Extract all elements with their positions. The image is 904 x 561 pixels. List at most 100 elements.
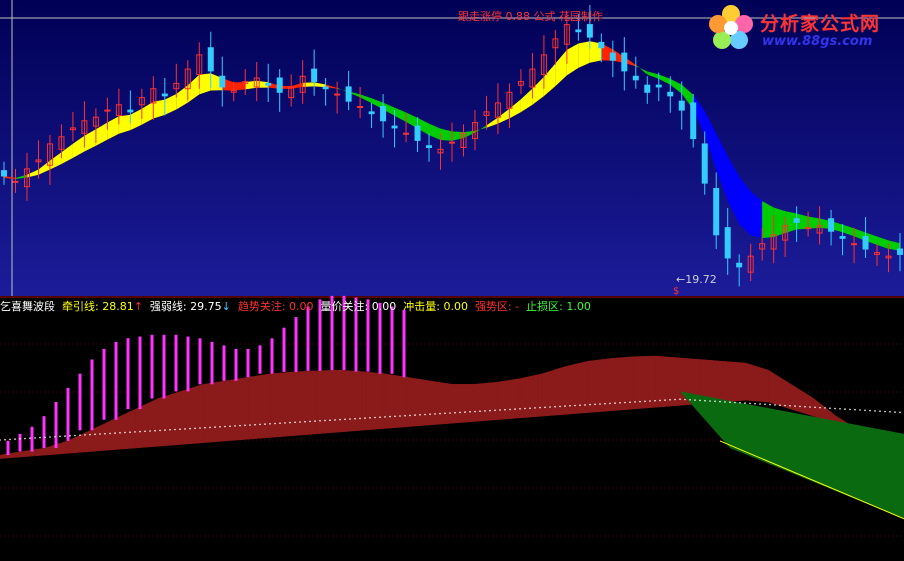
indicator-area-segment [564, 360, 588, 415]
dotted-line-point [649, 400, 651, 402]
dotted-line-point [249, 424, 251, 426]
dotted-line-point [539, 406, 541, 409]
candle-body [426, 145, 433, 148]
candle-body [644, 84, 651, 93]
dotted-line-point [209, 426, 211, 429]
dotted-line-point [574, 404, 576, 407]
dotted-line-point [634, 401, 636, 403]
ma-band-segment [302, 82, 315, 87]
dotted-line-point [469, 411, 471, 413]
dotted-line-point [229, 425, 231, 428]
dotted-line-point [359, 417, 361, 420]
dotted-line-point [879, 410, 881, 413]
candle-body [862, 236, 869, 250]
dotted-line-point [489, 409, 491, 412]
dotted-line-point [464, 411, 466, 413]
indicator-area-segment [587, 358, 611, 413]
dotted-line-point [724, 401, 726, 403]
ma-band-segment [808, 216, 820, 229]
legend-label: 趋势关注: [237, 300, 290, 313]
dotted-line-point [619, 402, 621, 404]
dotted-line-point [309, 420, 311, 423]
dotted-line-point [429, 413, 431, 416]
indicator-area-segment [383, 373, 408, 429]
dotted-line-point [79, 434, 81, 437]
candle-body [598, 41, 605, 49]
dotted-line-point [189, 427, 191, 430]
dotted-line-point [19, 438, 21, 440]
candle-body [655, 84, 662, 88]
dotted-line-point [579, 404, 581, 407]
dotted-line-point [569, 405, 571, 407]
dotted-line-point [674, 398, 676, 401]
dotted-line-point [689, 399, 691, 401]
dotted-line-point [799, 405, 801, 408]
dotted-line-point [894, 411, 896, 413]
dotted-line-point [529, 407, 531, 410]
dotted-line-point [144, 430, 146, 433]
dotted-line-point [544, 406, 546, 409]
candle-body [161, 93, 168, 97]
dotted-line-point [874, 410, 876, 412]
candle-body [736, 262, 743, 268]
dotted-line-point [789, 405, 791, 407]
dotted-line-point [509, 408, 511, 411]
indicator-area-segment [203, 380, 227, 443]
dotted-line-point [614, 402, 616, 404]
dotted-line-point [284, 422, 286, 424]
dotted-line-point [704, 399, 706, 402]
candle-body [345, 86, 352, 102]
dotted-line-point [479, 410, 481, 413]
dotted-line-point [839, 408, 841, 410]
candle-body [678, 100, 685, 111]
dotted-line-point [374, 416, 376, 419]
candle-body [311, 68, 318, 83]
indicator-area-segment [361, 371, 385, 431]
dotted-line-point [24, 437, 26, 440]
indicator-area-segment [745, 362, 769, 403]
ma-band-segment [762, 201, 774, 239]
legend-value: - [515, 300, 520, 313]
dotted-line-point [39, 436, 41, 439]
dotted-line-point [699, 399, 701, 402]
candle-body [828, 218, 835, 232]
dotted-line-point [124, 431, 126, 434]
dotted-line-point [684, 398, 686, 401]
candle-body [690, 102, 697, 140]
indicator-area-segment [632, 355, 656, 410]
dotted-line-point [214, 426, 216, 428]
dotted-line-point [459, 411, 461, 414]
dotted-line-point [224, 425, 226, 428]
candle-body [713, 187, 720, 236]
legend-value: 29.75 [190, 300, 222, 313]
dotted-line-point [584, 404, 586, 406]
dotted-line-point [679, 398, 681, 401]
dotted-line-point [854, 408, 856, 411]
candle-body [667, 91, 674, 97]
flower-logo-icon [709, 5, 753, 49]
dotted-line-point [444, 412, 446, 415]
dotted-line-point [114, 432, 116, 434]
candle-body [391, 125, 398, 129]
dotted-line-point [59, 435, 61, 438]
dotted-line-point [264, 423, 266, 425]
dotted-line-point [14, 438, 16, 440]
dotted-line-point [369, 417, 371, 419]
dotted-line-point [549, 406, 551, 408]
dotted-line-point [659, 399, 661, 402]
dotted-line-point [764, 403, 766, 406]
dotted-line-point [74, 434, 76, 437]
dotted-line-point [4, 438, 6, 441]
candle-body [403, 132, 410, 135]
legend-item: 强势区: - [475, 299, 519, 315]
dotted-line-point [849, 408, 851, 411]
dotted-line-point [729, 401, 731, 404]
dotted-line-point [714, 400, 716, 403]
candle-body [724, 227, 731, 259]
dotted-line-point [589, 403, 591, 406]
legend-arrow-icon: ↑ [133, 300, 143, 313]
legend-value: 0.00 [289, 300, 314, 313]
dotted-line-point [49, 436, 51, 438]
dotted-line-point [394, 415, 396, 418]
dotted-line-point [709, 400, 711, 402]
